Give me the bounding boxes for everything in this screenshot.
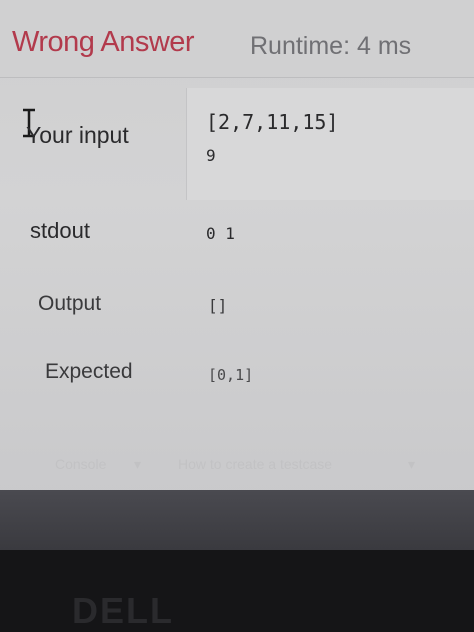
chevron-down-icon: ▾ [134,456,142,472]
chevron-down-icon: ▾ [408,456,416,472]
leetcode-result-panel: Wrong Answer Runtime: 4 ms Your input [2… [0,0,474,500]
result-header: Wrong Answer Runtime: 4 ms [0,0,474,78]
expected-label: Expected [45,360,133,383]
input-target-value[interactable]: 9 [206,146,216,165]
console-link[interactable]: Console [55,456,106,472]
runtime-label: Runtime: 4 ms [250,32,412,60]
stdout-value: 0 1 [206,224,235,243]
stdout-label: stdout [30,218,90,243]
howto-testcase-link[interactable]: How to create a testcase [178,456,332,472]
footer-links: Console ▾ How to create a testcase ▾ [0,450,474,480]
input-array-value[interactable]: [2,7,11,15] [206,110,338,134]
output-value: [] [208,296,228,315]
expected-value: [0,1] [208,366,254,384]
your-input-label: Your input [26,122,129,148]
monitor-lower-area [0,490,474,550]
brand-logo: DELL [72,590,174,631]
output-label: Output [38,292,102,315]
input-box [186,88,474,200]
result-status: Wrong Answer [12,26,195,58]
